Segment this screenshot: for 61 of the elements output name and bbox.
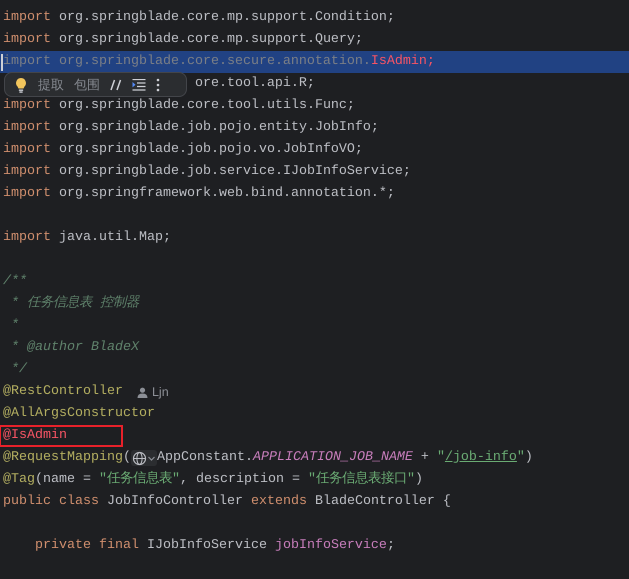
code-text: ): [524, 449, 533, 467]
keyword: import: [3, 141, 51, 159]
code-text: ): [414, 471, 423, 489]
doc-comment: * 任务信息表 控制器: [10, 294, 139, 313]
code-text: BladeController {: [314, 493, 451, 511]
code-text: org.springblade.job.pojo.entity.JobInfo;: [58, 119, 379, 137]
string-literal: ": [516, 449, 525, 467]
code-text: AppConstant.: [156, 449, 253, 467]
code-text: +: [420, 449, 430, 467]
person-icon: [136, 386, 148, 398]
code-text: org.springblade.core.tool.utils.Func;: [58, 97, 355, 115]
code-text: , description =: [180, 471, 301, 489]
keyword: import: [3, 31, 51, 49]
annotation: @Tag: [3, 471, 35, 489]
author-hint[interactable]: Ljn: [152, 381, 169, 403]
keyword: import: [3, 9, 51, 27]
more-icon: [156, 78, 160, 92]
keyword: import: [3, 229, 51, 247]
doc-tag: @author: [27, 337, 83, 359]
code-text: ore.tool.api.R;: [194, 75, 315, 93]
code-text: org.springblade.job.pojo.vo.JobInfoVO;: [58, 141, 363, 159]
code-text: IJobInfoService: [146, 537, 268, 555]
annotation: @RestController: [3, 383, 123, 401]
code-text: JobInfoController: [106, 493, 244, 511]
keyword: extends: [250, 493, 307, 511]
code-text: org.springframework.web.bind.annotation.*;: [58, 185, 395, 203]
error-text: IsAdmin;: [370, 53, 435, 71]
keyword: public class: [3, 493, 99, 511]
url-link[interactable]: /job-info: [444, 447, 517, 469]
code-text: org.springblade.job.service.IJobInfoService;: [58, 163, 411, 181]
toolbar-action[interactable]: 包围: [69, 76, 105, 94]
doc-comment: *: [10, 317, 19, 335]
keyword: import: [3, 163, 51, 181]
globe-icon[interactable]: [132, 450, 147, 466]
doc-comment: *: [10, 339, 20, 357]
constant-name: APPLICATION_JOB_NAME: [252, 449, 413, 467]
code-text: org.springblade.core.mp.support.Condition;: [58, 9, 395, 27]
code-text: import org.springblade.core.secure.annotation.: [3, 53, 371, 71]
keyword: import: [3, 119, 51, 137]
indent-icon: [132, 78, 146, 90]
lightbulb-icon: [15, 76, 27, 92]
code-text: java.util.Map;: [58, 229, 171, 247]
slashes-icon: [110, 78, 122, 90]
keyword: import: [3, 185, 51, 203]
toolbar-action[interactable]: 提取: [33, 76, 69, 94]
string-literal: "任务信息表接口": [308, 470, 415, 489]
doc-comment: */: [10, 361, 27, 379]
code-text: org.springblade.core.mp.support.Query;: [58, 31, 363, 49]
keyword: private final: [34, 537, 139, 555]
string-literal: "任务信息表": [99, 470, 180, 489]
field-name: jobInfoService: [274, 537, 387, 555]
code-text: (: [122, 449, 131, 467]
keyword: import: [3, 97, 51, 115]
annotation: @RequestMapping: [3, 449, 123, 467]
code-text: ;: [386, 537, 395, 555]
annotation: @AllArgsConstructor: [3, 405, 155, 423]
string-literal: ": [436, 449, 445, 467]
doc-comment: /**: [3, 273, 27, 291]
code-text: (name =: [35, 471, 92, 489]
error-text: @IsAdmin: [3, 428, 67, 443]
doc-comment: BladeX: [90, 339, 139, 357]
